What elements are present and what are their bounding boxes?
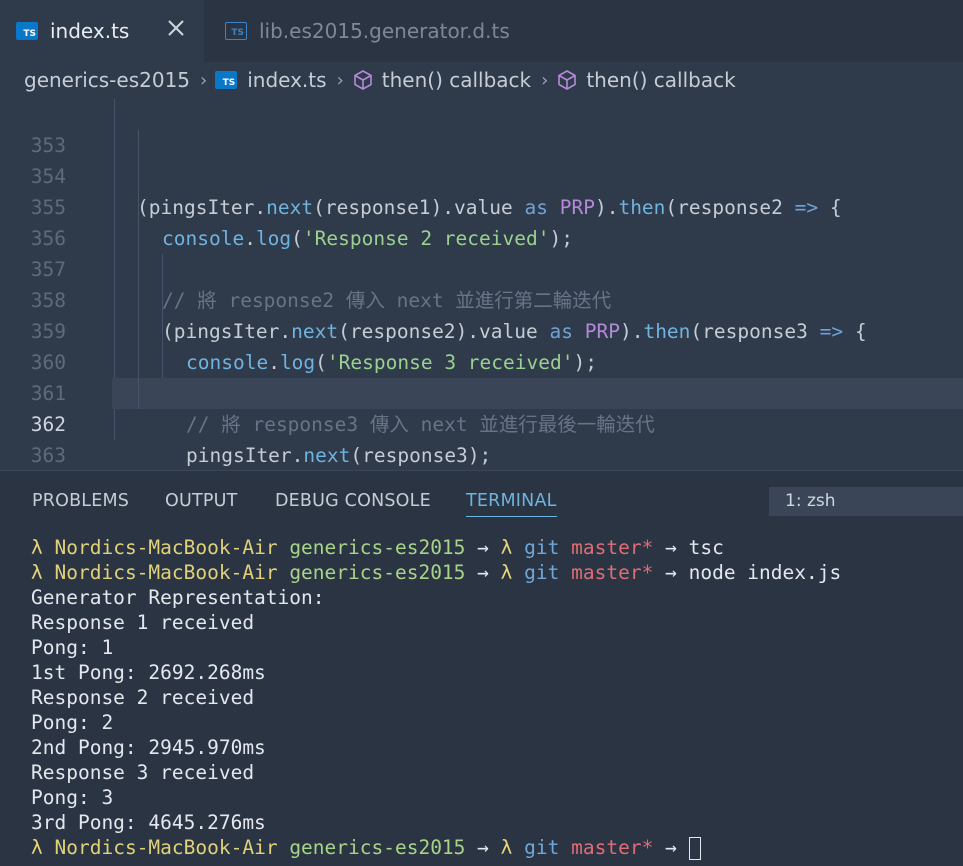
terminal-output-line: Response 1 received (31, 611, 255, 634)
tab-debug-console[interactable]: DEBUG CONSOLE (275, 491, 431, 511)
close-tab-icon[interactable] (164, 16, 188, 40)
code-editor[interactable]: 353 (pingsIter.next(response1).value as … (0, 98, 963, 470)
terminal-prompt-line[interactable]: λ Nordics-MacBook-Air generics-es2015 → … (31, 835, 963, 860)
code-line[interactable]: 363 }); (0, 409, 963, 467)
terminal-output-line: Response 2 received (31, 686, 255, 709)
terminal-output-line: Pong: 1 (31, 636, 114, 659)
breadcrumb-symbol-2[interactable]: then() callback (556, 68, 736, 92)
method-cube-icon (353, 70, 372, 90)
tab-lib-es2015-generator[interactable]: TS lib.es2015.generator.d.ts (204, 0, 524, 62)
terminal-prompt-line: λ Nordics-MacBook-Air generics-es2015 → … (31, 561, 842, 584)
tab-output[interactable]: OUTPUT (165, 491, 238, 511)
code-line[interactable]: 354 console.log('Response 2 received'); (0, 130, 963, 250)
tab-problems[interactable]: PROBLEMS (32, 491, 129, 511)
breadcrumb-file[interactable]: TS index.ts (215, 68, 327, 92)
tab-label: index.ts (50, 19, 130, 43)
breadcrumb-file-label: index.ts (247, 68, 327, 92)
terminal-output-line: Response 3 received (31, 761, 255, 784)
breadcrumb-symbol-label: then() callback (381, 68, 532, 92)
terminal-prompt-line: λ Nordics-MacBook-Air generics-es2015 → … (31, 536, 724, 559)
chevron-right-icon: › (200, 69, 208, 91)
code-line[interactable]: 361 pingsIter.next(response3); (0, 347, 963, 467)
breadcrumb-folder[interactable]: generics-es2015 (24, 68, 190, 92)
terminal-output-line: Pong: 3 (31, 786, 114, 809)
chevron-right-icon: › (336, 69, 344, 91)
code-line[interactable]: 364 }); (0, 440, 963, 470)
breadcrumb: generics-es2015 › TS index.ts › then() c… (0, 62, 963, 98)
chevron-right-icon: › (541, 69, 549, 91)
method-cube-icon (558, 70, 577, 90)
breadcrumb-symbol-1[interactable]: then() callback (352, 68, 531, 92)
terminal-cursor (688, 837, 701, 860)
typescript-file-icon: TS (225, 22, 247, 40)
typescript-file-icon: TS (215, 71, 238, 89)
code-line[interactable]: 360 // 將 response3 傳入 next 並進行最後一輪迭代 (0, 316, 963, 436)
tab-terminal[interactable]: TERMINAL (466, 491, 557, 517)
breadcrumb-symbol-label: then() callback (586, 68, 736, 92)
code-line[interactable]: 357 (pingsIter.next(response2).value as … (0, 223, 963, 343)
tab-label: lib.es2015.generator.d.ts (259, 19, 510, 43)
vscode-window: TS index.ts TS lib.es2015.generator.d.ts… (0, 0, 963, 866)
code-line[interactable]: 356 // 將 response2 傳入 next 並進行第二輪迭代 (0, 192, 963, 312)
code-line[interactable]: 359 (0, 285, 963, 343)
terminal-output[interactable]: λ Nordics-MacBook-Air generics-es2015 → … (31, 535, 963, 860)
terminal-select[interactable]: 1: zsh (769, 487, 963, 516)
terminal-output-line: 3rd Pong: 4645.276ms (31, 811, 266, 834)
terminal-output-line: 1st Pong: 2692.268ms (31, 661, 266, 684)
terminal-output-line: Generator Representation: (31, 586, 325, 609)
bottom-panel: PROBLEMS OUTPUT DEBUG CONSOLE TERMINAL 1… (0, 470, 963, 866)
tab-index-ts[interactable]: TS index.ts (0, 0, 204, 62)
line-number: 361 (30, 382, 66, 405)
code-line[interactable]: 353 (pingsIter.next(response1).value as … (0, 99, 963, 219)
panel-tabs: PROBLEMS OUTPUT DEBUG CONSOLE TERMINAL 1… (0, 471, 963, 531)
editor-tab-bar: TS index.ts TS lib.es2015.generator.d.ts (0, 0, 963, 62)
terminal-output-line: 2nd Pong: 2945.970ms (31, 736, 266, 759)
typescript-file-icon: TS (16, 22, 38, 40)
current-code-line[interactable]: 362 }); (31, 378, 963, 436)
code-line[interactable]: 358 console.log('Response 3 received'); (0, 254, 963, 374)
code-line[interactable]: 355 (0, 161, 963, 219)
terminal-output-line: Pong: 2 (31, 711, 114, 734)
